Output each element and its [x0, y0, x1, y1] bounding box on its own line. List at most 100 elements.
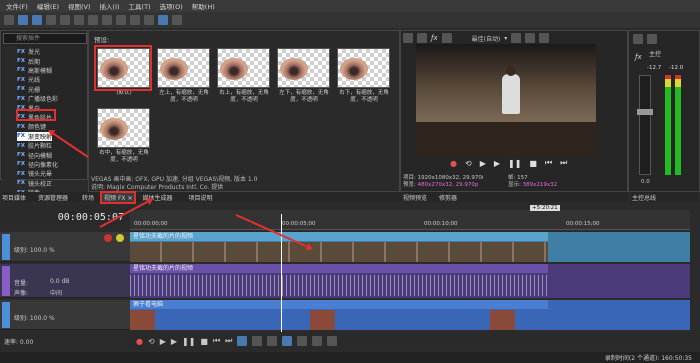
tab-transitions[interactable]: 转场 [82, 193, 94, 202]
plugin-item[interactable]: FX 光栅 [17, 85, 40, 94]
plugin-item[interactable]: FX 镜头光晕 [17, 169, 52, 179]
pan-value[interactable]: 中间 [50, 288, 62, 297]
play-button[interactable]: ▶ [171, 337, 177, 346]
menu-edit[interactable]: 编辑(E) [37, 1, 59, 11]
menu-view[interactable]: 视图(V) [68, 1, 91, 11]
undo-icon[interactable] [116, 15, 126, 25]
plugin-item[interactable]: FX 后期 [17, 56, 40, 66]
normal-edit-tool-icon[interactable] [237, 336, 248, 346]
play-from-start-button[interactable]: ▶ [160, 337, 166, 346]
go-start-button[interactable]: ⏮ [213, 336, 220, 346]
save-snapshot-icon[interactable] [539, 33, 550, 43]
playhead-line[interactable] [281, 214, 282, 332]
delete-icon[interactable] [102, 15, 112, 25]
pause-button[interactable]: ❚❚ [182, 337, 195, 346]
plugin-item[interactable]: FX 发光 [17, 47, 40, 57]
chevron-down-icon[interactable]: ▾ [504, 35, 507, 42]
dropdown-icon[interactable] [144, 15, 154, 25]
preview-quality-select[interactable]: 最佳(自动) [472, 34, 501, 43]
plugin-item[interactable]: FX 镜头校正 [17, 179, 52, 188]
video-clip-2-frames[interactable] [130, 310, 548, 330]
master-fader-handle[interactable] [637, 109, 653, 115]
loop-button[interactable]: ⟲ [148, 337, 155, 346]
track1-solo-icon[interactable] [116, 234, 124, 242]
video-clip-2-title[interactable]: 狮子看电脑 [130, 300, 548, 309]
timeline-ruler[interactable]: 00:00:00;00 00:00:05;00 00:00:10;00 00:0… [130, 205, 690, 230]
plugin-item[interactable]: FX 胶片颗粒 [17, 141, 52, 151]
new-icon[interactable] [4, 15, 14, 25]
snap-icon[interactable] [282, 336, 293, 346]
preset-thumbnail[interactable] [97, 108, 150, 148]
menu-file[interactable]: 文件(F) [6, 1, 28, 11]
tab-explorer[interactable]: 资源管理器 [38, 193, 68, 202]
track-video-2[interactable]: 狮子看电脑 [130, 300, 690, 330]
audio-clip-title[interactable]: 星铭功夫截的片的视频 [130, 264, 548, 273]
video-clip-1-frames[interactable] [130, 242, 548, 262]
plugin-search-input[interactable]: 搜索插件 [3, 33, 87, 44]
lock-envelopes-icon[interactable] [312, 336, 323, 346]
record-icon[interactable]: ● [450, 159, 457, 168]
play-from-start-icon[interactable]: ▶ [494, 159, 500, 168]
stop-button[interactable]: ■ [200, 337, 208, 346]
auto-ripple-icon[interactable] [297, 336, 308, 346]
go-end-button[interactable]: ⏭ [225, 336, 232, 346]
preview-settings-icon[interactable] [403, 33, 413, 43]
rate-label[interactable]: 速率: 0.00 [4, 337, 33, 346]
trim-icon[interactable] [158, 15, 168, 25]
preset-thumbnail[interactable] [337, 48, 390, 88]
envelope-tool-icon[interactable] [252, 336, 263, 346]
menu-help[interactable]: 帮助(H) [192, 1, 215, 11]
track-video-1[interactable]: 星铭功夫截的片的视频 [130, 232, 690, 262]
selection-tool-icon[interactable] [267, 336, 278, 346]
menu-options[interactable]: 选项(O) [160, 1, 183, 11]
next-frame-icon[interactable]: ⏭ [560, 158, 567, 168]
tab-project-media[interactable]: 项目媒体 [2, 193, 26, 202]
plugin-item[interactable]: FX 高斯模糊 [17, 66, 52, 75]
plugin-item[interactable]: FX 颜色键 [17, 122, 46, 132]
properties-icon[interactable] [46, 15, 56, 25]
volume-value[interactable]: 0.0 dB [50, 278, 69, 285]
plugin-item[interactable]: FX 径向像素化 [17, 160, 58, 169]
tab-video-preview[interactable]: 视频预览 [403, 193, 427, 202]
master-fader-track[interactable] [639, 75, 651, 175]
tab-master-bus[interactable]: 主控总线 [632, 193, 656, 202]
open-icon[interactable] [18, 15, 28, 25]
plugin-item[interactable]: FX 光线 [17, 75, 40, 85]
plugin-item[interactable]: FX 广播级色彩 [17, 94, 58, 104]
save-icon[interactable] [32, 15, 42, 25]
preset-thumbnail[interactable] [277, 48, 330, 88]
stop-icon[interactable]: ■ [529, 159, 537, 168]
tab-video-fx[interactable]: 视频 FX ✕ [100, 190, 137, 204]
track1-mute-icon[interactable] [104, 234, 112, 242]
video-clip-1-title[interactable]: 星铭功夫截的片的视频 [130, 232, 548, 241]
mixer-settings-icon[interactable] [633, 34, 643, 44]
tab-trimmer[interactable]: 修剪器 [439, 193, 457, 202]
redo-icon[interactable] [130, 15, 140, 25]
plugin-item[interactable]: FX 径向模糊 [17, 150, 52, 160]
external-monitor-icon[interactable] [417, 33, 427, 43]
copy-icon[interactable] [74, 15, 84, 25]
track1-level[interactable]: 级别: 100.0 % [14, 245, 55, 254]
master-fx-icon[interactable]: ƒx [635, 53, 642, 61]
track3-level[interactable]: 级别: 100.0 % [14, 313, 55, 322]
paste-icon[interactable] [88, 15, 98, 25]
pause-icon[interactable]: ❚❚ [508, 159, 521, 168]
preset-thumbnail[interactable] [217, 48, 270, 88]
loop-icon[interactable]: ⟲ [465, 159, 472, 168]
menu-insert[interactable]: 插入(I) [100, 1, 120, 11]
mute-icon[interactable] [647, 34, 657, 44]
envelope-icon[interactable] [172, 15, 182, 25]
track-audio[interactable]: 星铭功夫截的片的视频 [130, 264, 690, 298]
play-icon[interactable]: ▶ [480, 159, 486, 168]
copy-snapshot-icon[interactable] [525, 33, 536, 43]
ignore-grouping-icon[interactable] [327, 336, 338, 346]
overlay-icon[interactable] [511, 33, 522, 43]
record-button[interactable]: ● [136, 337, 143, 346]
fx-icon[interactable]: ƒx [431, 34, 438, 42]
cut-icon[interactable] [60, 15, 70, 25]
close-icon[interactable]: ✕ [127, 195, 132, 202]
menu-tools[interactable]: 工具(T) [129, 1, 151, 11]
preset-thumbnail[interactable] [157, 48, 210, 88]
previous-frame-icon[interactable]: ⏮ [545, 158, 552, 168]
split-screen-icon[interactable] [441, 33, 452, 43]
